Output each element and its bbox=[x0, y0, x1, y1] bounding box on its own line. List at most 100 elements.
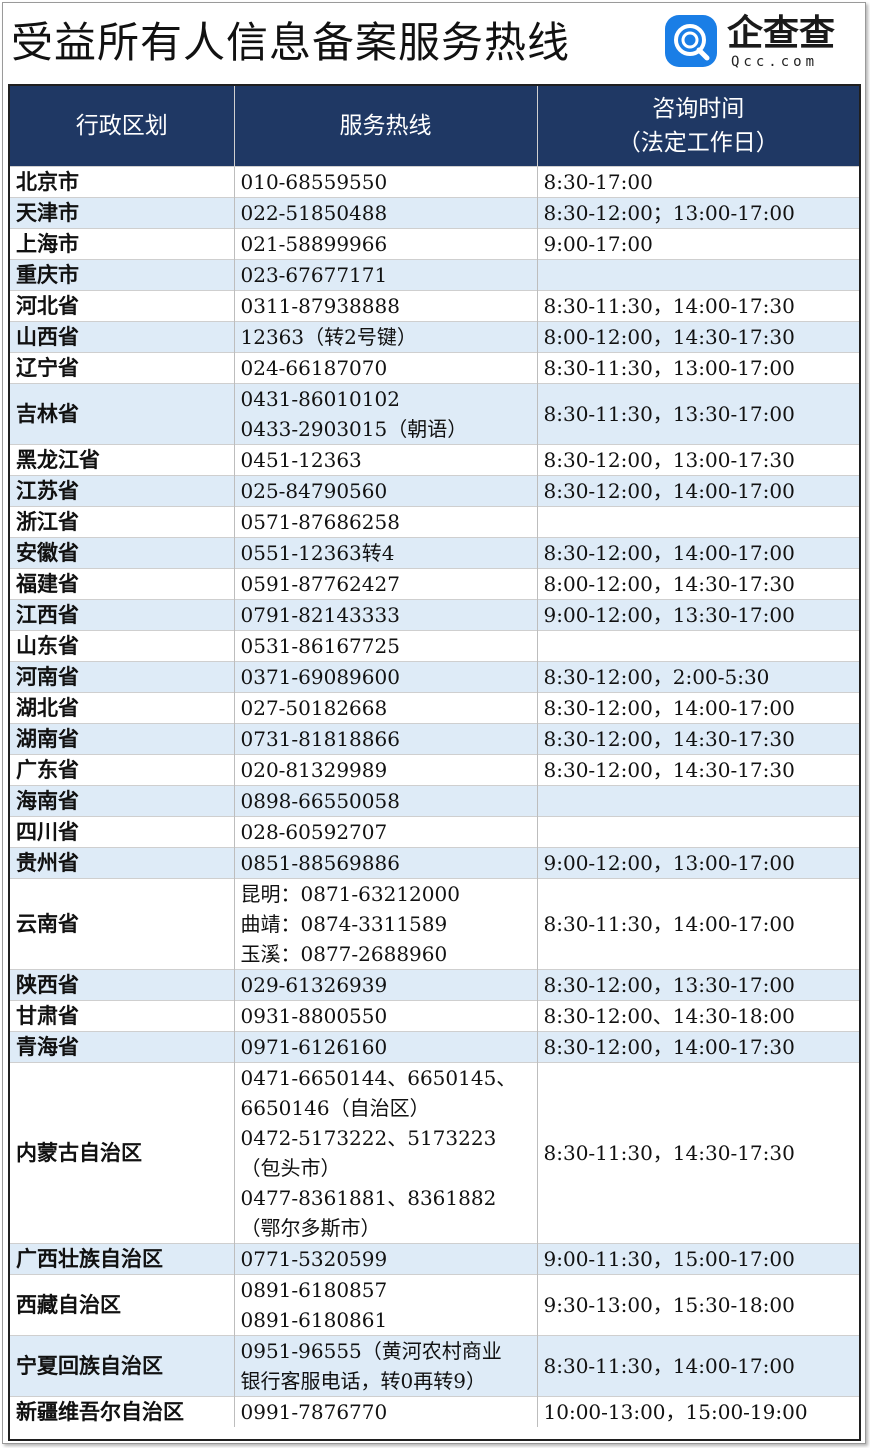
hotline-number: 029-61326939 bbox=[240, 973, 388, 997]
hotline-number: 0891-6180861 bbox=[240, 1308, 388, 1332]
hours-cell: 8:30-12:00；13:00-17:00 bbox=[537, 197, 859, 229]
region-cell: 辽宁省 bbox=[10, 352, 235, 384]
hotline-cell: 0991-7876770 bbox=[234, 1396, 538, 1427]
region-cell: 江苏省 bbox=[10, 475, 235, 507]
hours-cell: 8:30-12:00，13:00-17:30 bbox=[537, 444, 859, 476]
region-cell: 内蒙古自治区 bbox=[10, 1062, 235, 1244]
hotline-table-container: 行政区划 服务热线 咨询时间 （法定工作日） 北京市 010-68559550 8:… bbox=[8, 84, 861, 1441]
region-cell: 陕西省 bbox=[10, 969, 235, 1001]
table-row: 上海市 021-58899966 9:00-17:00 bbox=[10, 228, 859, 260]
hotline-cell: 0311-87938888 bbox=[234, 290, 538, 322]
hotline-number: 0451-12363 bbox=[240, 448, 362, 472]
hotline-number: 12363（转2号键） bbox=[240, 325, 417, 349]
hotline-number: 0791-82143333 bbox=[240, 603, 400, 627]
hotline-number: 0471-6650144、6650145、 bbox=[240, 1066, 517, 1090]
table-row: 山西省 12363（转2号键） 8:00-12:00，14:30-17:30 bbox=[10, 321, 859, 353]
hotline-number: 银行客服电话，转0再转9） bbox=[240, 1369, 486, 1393]
hotline-number: 0931-8800550 bbox=[240, 1004, 388, 1028]
table-row: 湖北省 027-50182668 8:30-12:00，14:00-17:00 bbox=[10, 692, 859, 724]
hotline-cell: 0891-6180857 0891-6180861 bbox=[234, 1274, 538, 1336]
table-row: 重庆市 023-67677171 bbox=[10, 259, 859, 291]
hotline-number: 028-60592707 bbox=[240, 820, 388, 844]
hotline-cell: 0951-96555（黄河农村商业 银行客服电话，转0再转9） bbox=[234, 1335, 538, 1397]
region-cell: 广西壮族自治区 bbox=[10, 1243, 235, 1275]
hotline-number: 0991-7876770 bbox=[240, 1400, 388, 1424]
hotline-cell: 0371-69089600 bbox=[234, 661, 538, 693]
hotline-number: 024-66187070 bbox=[240, 356, 388, 380]
region-cell: 广东省 bbox=[10, 754, 235, 786]
hours-cell: 8:30-12:00，14:00-17:00 bbox=[537, 537, 859, 569]
region-cell: 天津市 bbox=[10, 197, 235, 229]
hotline-cell: 0851-88569886 bbox=[234, 847, 538, 879]
col-header-hours-line2: （法定工作日） bbox=[617, 130, 779, 156]
hours-cell: 8:30-11:30，13:30-17:00 bbox=[537, 383, 859, 445]
col-header-region: 行政区划 bbox=[10, 86, 235, 167]
hotline-cell: 0431-86010102 0433-2903015（朝语） bbox=[234, 383, 538, 445]
hours-cell: 8:30-11:30，14:00-17:00 bbox=[537, 878, 859, 970]
hotline-number: 0898-66550058 bbox=[240, 789, 400, 813]
hotline-cell: 029-61326939 bbox=[234, 969, 538, 1001]
hotline-cell: 0931-8800550 bbox=[234, 1000, 538, 1032]
hours-cell bbox=[537, 816, 859, 848]
hours-cell bbox=[537, 506, 859, 538]
hotline-number: （鄂尔多斯市） bbox=[240, 1216, 381, 1240]
table-row: 湖南省 0731-81818866 8:30-12:00，14:30-17:30 bbox=[10, 723, 859, 755]
table-row: 甘肃省 0931-8800550 8:30-12:00、14:30-18:00 bbox=[10, 1000, 859, 1032]
hotline-cell: 0771-5320599 bbox=[234, 1243, 538, 1275]
region-cell: 云南省 bbox=[10, 878, 235, 970]
region-cell: 吉林省 bbox=[10, 383, 235, 445]
hotline-number: （包头市） bbox=[240, 1156, 341, 1180]
region-cell: 甘肃省 bbox=[10, 1000, 235, 1032]
region-cell: 福建省 bbox=[10, 568, 235, 600]
region-cell: 山东省 bbox=[10, 630, 235, 662]
hotline-cell: 024-66187070 bbox=[234, 352, 538, 384]
region-cell: 上海市 bbox=[10, 228, 235, 260]
table-row: 浙江省 0571-87686258 bbox=[10, 506, 859, 538]
table-row: 陕西省 029-61326939 8:30-12:00，13:30-17:00 bbox=[10, 969, 859, 1001]
region-cell: 黑龙江省 bbox=[10, 444, 235, 476]
hotline-cell: 0591-87762427 bbox=[234, 568, 538, 600]
hours-cell: 8:30-12:00，14:30-17:30 bbox=[537, 723, 859, 755]
region-cell: 青海省 bbox=[10, 1031, 235, 1063]
hotline-number: 0571-87686258 bbox=[240, 510, 400, 534]
table-row: 西藏自治区 0891-6180857 0891-6180861 9:30-13:00，… bbox=[10, 1274, 859, 1336]
table-row: 青海省 0971-6126160 8:30-12:00，14:00-17:30 bbox=[10, 1031, 859, 1063]
region-cell: 安徽省 bbox=[10, 537, 235, 569]
hotline-cell: 0971-6126160 bbox=[234, 1031, 538, 1063]
hotline-number: 0311-87938888 bbox=[240, 294, 400, 318]
hotline-cell: 027-50182668 bbox=[234, 692, 538, 724]
hotline-number: 0731-81818866 bbox=[240, 727, 400, 751]
table-row: 云南省 昆明：0871-63212000 曲靖：0874-3311589 玉溪：087… bbox=[10, 878, 859, 970]
hours-cell: 8:30-12:00，13:30-17:00 bbox=[537, 969, 859, 1001]
hours-cell: 8:30-11:30，14:30-17:30 bbox=[537, 1062, 859, 1244]
hotline-cell: 021-58899966 bbox=[234, 228, 538, 260]
table-header-row: 行政区划 服务热线 咨询时间 （法定工作日） bbox=[10, 86, 859, 167]
hours-cell: 8:30-11:30，14:00-17:00 bbox=[537, 1335, 859, 1397]
hotline-number: 玉溪：0877-2688960 bbox=[240, 942, 448, 966]
hotline-cell: 0731-81818866 bbox=[234, 723, 538, 755]
hotline-number: 0433-2903015（朝语） bbox=[240, 417, 468, 441]
region-cell: 湖北省 bbox=[10, 692, 235, 724]
logo-domain: Qcc.com bbox=[731, 54, 819, 70]
hours-cell bbox=[537, 630, 859, 662]
region-cell: 四川省 bbox=[10, 816, 235, 848]
hotline-number: 6650146（自治区） bbox=[240, 1096, 430, 1120]
hotline-number: 0771-5320599 bbox=[240, 1247, 388, 1271]
page-title: 受益所有人信息备案服务热线 bbox=[11, 18, 571, 67]
hotline-number: 0971-6126160 bbox=[240, 1035, 388, 1059]
hours-cell bbox=[537, 259, 859, 291]
table-row: 广东省 020-81329989 8:30-12:00，14:30-17:30 bbox=[10, 754, 859, 786]
logo-name: 企查查 bbox=[727, 13, 836, 54]
region-cell: 山西省 bbox=[10, 321, 235, 353]
table-row: 新疆维吾尔自治区 0991-7876770 10:00-13:00，15:00-19… bbox=[10, 1396, 859, 1427]
hours-cell: 9:00-11:30，15:00-17:00 bbox=[537, 1243, 859, 1275]
hotline-number: 027-50182668 bbox=[240, 696, 388, 720]
page-frame: 受益所有人信息备案服务热线 企查查 Qcc.com 行政区划 服务热线 咨询时间… bbox=[2, 2, 866, 1444]
hours-cell: 8:30-12:00、14:30-18:00 bbox=[537, 1000, 859, 1032]
table-row: 辽宁省 024-66187070 8:30-11:30，13:00-17:00 bbox=[10, 352, 859, 384]
table-row: 海南省 0898-66550058 bbox=[10, 785, 859, 817]
hotline-number: 0591-87762427 bbox=[240, 572, 400, 596]
hours-cell: 9:00-12:00，13:30-17:00 bbox=[537, 599, 859, 631]
hotline-number: 0851-88569886 bbox=[240, 851, 400, 875]
hotline-number: 0531-86167725 bbox=[240, 634, 400, 658]
